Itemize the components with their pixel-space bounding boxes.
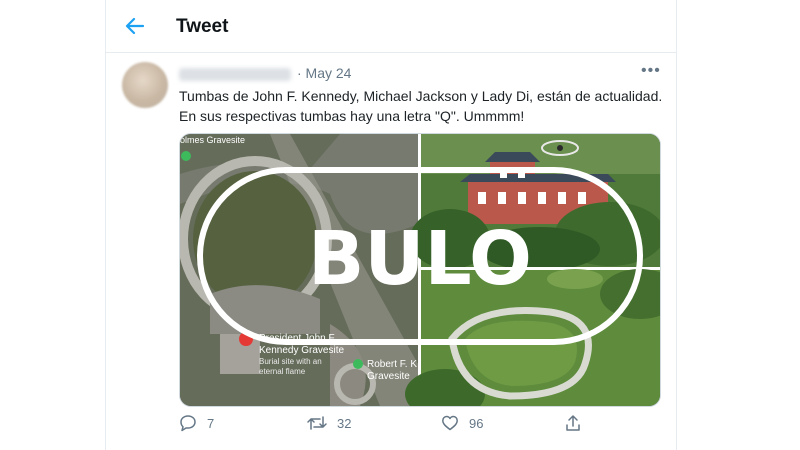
- map-label: Burial site with an: [259, 357, 322, 366]
- back-arrow-icon[interactable]: [121, 12, 149, 40]
- image-collage: olmes Gravesite President John F. Kenned…: [180, 134, 660, 406]
- retweet-button[interactable]: 32: [307, 414, 351, 432]
- tweet-date[interactable]: · May 24: [297, 65, 351, 81]
- tweet-text: Tumbas de John F. Kennedy, Michael Jacks…: [179, 86, 669, 126]
- map-label: Robert F. K: [367, 359, 417, 370]
- like-count: 96: [469, 415, 484, 431]
- tweet-meta: · May 24: [179, 65, 351, 81]
- tweet-image[interactable]: olmes Gravesite President John F. Kenned…: [179, 133, 661, 407]
- stamp-text: BULO: [308, 216, 532, 302]
- reply-button[interactable]: 7: [179, 414, 214, 432]
- blurred-username[interactable]: [179, 67, 291, 81]
- share-button[interactable]: [564, 414, 592, 432]
- retweet-icon: [307, 416, 327, 430]
- header: Tweet: [106, 0, 676, 53]
- reply-icon: [180, 415, 196, 432]
- page-title: Tweet: [176, 16, 229, 37]
- tweet-text-line: En sus respectivas tumbas hay una letra …: [179, 108, 525, 124]
- like-icon: [442, 415, 458, 431]
- more-icon[interactable]: •••: [641, 62, 661, 80]
- map-label: Kennedy Gravesite: [259, 345, 344, 356]
- map-label: Gravesite: [367, 371, 410, 382]
- reply-count: 7: [207, 415, 215, 431]
- map-label: olmes Gravesite: [180, 135, 245, 145]
- tweet-text-line: Tumbas de John F. Kennedy, Michael Jacks…: [179, 88, 663, 104]
- tweet-column: Tweet · May 24 ••• Tumbas de John F. Ken…: [105, 0, 677, 450]
- avatar[interactable]: [122, 62, 168, 108]
- like-button[interactable]: 96: [441, 414, 483, 432]
- tweet-actions: 7 32 96: [179, 414, 659, 438]
- retweet-count: 32: [337, 415, 352, 431]
- map-label: eternal flame: [259, 367, 306, 376]
- share-icon: [566, 415, 580, 431]
